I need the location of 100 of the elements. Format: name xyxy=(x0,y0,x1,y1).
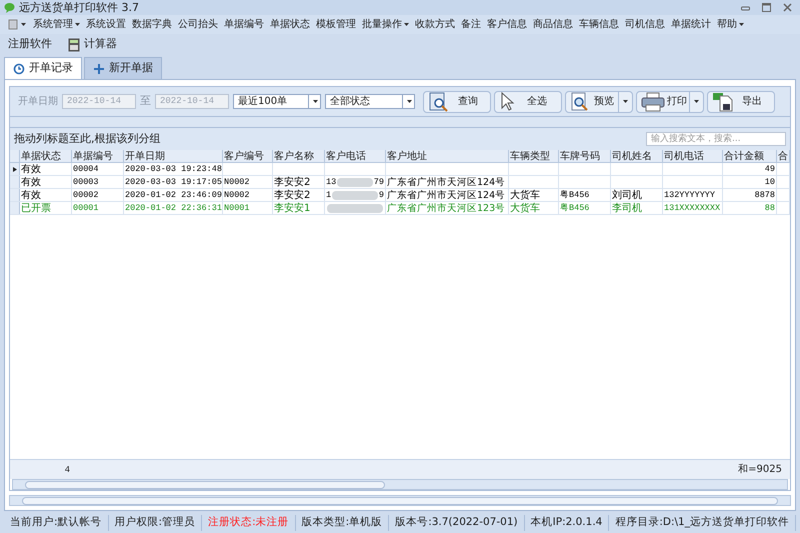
column-header[interactable]: 司机姓名 xyxy=(611,150,663,162)
tab[interactable]: 新开单据 xyxy=(84,57,162,79)
caret-icon xyxy=(623,100,628,103)
action-button[interactable]: 打印 xyxy=(636,90,704,112)
table-cell: 49 xyxy=(723,163,777,175)
menu-item[interactable]: 客户信息 xyxy=(484,17,530,32)
action-button[interactable]: 预览 xyxy=(565,90,633,112)
table-cell: 131XXXXXXXX xyxy=(663,202,723,214)
plus-icon xyxy=(93,62,105,74)
column-header[interactable]: 合 xyxy=(777,150,790,162)
menu-item[interactable]: 单据状态 xyxy=(267,17,313,32)
date-label: 开单日期 xyxy=(18,94,58,109)
menu-item[interactable]: 模板管理 xyxy=(313,17,359,32)
table-cell: 有效 xyxy=(20,176,72,188)
table-cell: 粤B456 xyxy=(559,202,611,214)
table-cell: 粤B456 xyxy=(559,189,611,201)
table-cell: 132YYYYYYY xyxy=(663,189,723,201)
action-button[interactable]: 导出 xyxy=(707,90,775,112)
menu-item[interactable]: 单据统计 xyxy=(668,17,714,32)
calculator-button[interactable]: 计算器 xyxy=(64,36,121,53)
status-item: 当前用户:默认帐号 xyxy=(4,515,109,531)
table-cell: N0001 xyxy=(223,202,273,214)
column-header[interactable]: 开单日期 xyxy=(124,150,223,162)
column-header[interactable]: 单据状态 xyxy=(20,150,72,162)
column-header[interactable]: 司机电话 xyxy=(663,150,723,162)
table-cell: 李安安2 xyxy=(273,176,325,188)
caret-icon xyxy=(739,23,744,26)
menu-item[interactable]: 司机信息 xyxy=(622,17,668,32)
caret-icon xyxy=(694,100,699,103)
table-cell: 广东省广州市天河区124号 xyxy=(386,189,509,201)
caret-icon xyxy=(404,23,409,26)
register-button[interactable]: 注册软件 xyxy=(4,36,56,53)
column-header[interactable]: 合计金额 xyxy=(723,150,777,162)
status-item: 版本号:3.7(2022-07-01) xyxy=(389,515,525,531)
table-cell: 已开票 xyxy=(20,202,72,214)
menu-item[interactable]: 备注 xyxy=(458,17,484,32)
table-cell: 大货车 xyxy=(509,202,559,214)
menu-item[interactable]: 商品信息 xyxy=(530,17,576,32)
menu-item[interactable]: 单据编号 xyxy=(221,17,267,32)
calculator-icon xyxy=(68,38,80,52)
menu-item[interactable]: 收款方式 xyxy=(412,17,458,32)
horizontal-scrollbar[interactable] xyxy=(12,479,788,490)
column-header[interactable]: 车牌号码 xyxy=(559,150,611,162)
table-cell: 刘司机 xyxy=(611,189,663,201)
menu-item[interactable]: 批量操作 xyxy=(359,17,412,32)
tab[interactable]: 开单记录 xyxy=(4,57,82,79)
status-item: 本机IP:2.0.1.4 xyxy=(524,515,610,531)
menu-item[interactable]: 车辆信息 xyxy=(576,17,622,32)
menu-item[interactable]: 系统设置 xyxy=(83,17,129,32)
action-button[interactable]: 全选 xyxy=(494,90,562,112)
table-cell: 88 xyxy=(723,202,777,214)
sum-total: 和=9025 xyxy=(738,462,783,477)
table-cell: 李司机 xyxy=(611,202,663,214)
search-field[interactable]: 输入搜索文本，搜索... xyxy=(646,132,786,146)
table-cell: 广东省广州市天河区123号 xyxy=(386,202,509,214)
caret-icon xyxy=(75,23,80,26)
blurred-phone-block xyxy=(337,178,373,186)
table-cell: 8878 xyxy=(723,189,777,201)
group-hint: 拖动列标题至此,根据该列分组 xyxy=(14,130,160,147)
table-cell: 李安安1 xyxy=(273,202,325,214)
column-header[interactable]: 车辆类型 xyxy=(509,150,559,162)
window-title: 远方送货单打印软件 3.7 xyxy=(19,2,139,13)
maximize-icon[interactable] xyxy=(762,3,771,12)
app-logo-icon xyxy=(4,2,15,13)
horizontal-scrollbar[interactable] xyxy=(9,495,791,506)
table-cell: 2020-03-03 19:23:48 xyxy=(124,163,223,175)
caret-icon xyxy=(407,100,412,103)
table-cell: 00003 xyxy=(72,176,124,188)
menu-item[interactable]: 公司抬头 xyxy=(175,17,221,32)
menu-item[interactable]: 系统管理 xyxy=(30,17,83,32)
action-button[interactable]: 查询 xyxy=(423,90,491,112)
blurred-phone-block xyxy=(327,204,383,212)
table-cell: 1 9 xyxy=(325,189,386,201)
column-header[interactable]: 客户名称 xyxy=(273,150,325,162)
table-cell: 13 79 xyxy=(325,176,386,188)
table-cell: N0002 xyxy=(223,189,273,201)
app-menu-icon xyxy=(8,19,19,30)
status-item: 用户权限:管理员 xyxy=(108,515,202,531)
table-cell: 2020-03-03 19:17:05 xyxy=(124,176,223,188)
printer-icon xyxy=(641,92,665,112)
column-header[interactable]: 单据编号 xyxy=(72,150,124,162)
status-item: 注册状态:未注册 xyxy=(202,515,296,531)
table-cell: 10 xyxy=(723,176,777,188)
column-header[interactable]: 客户编号 xyxy=(223,150,273,162)
table-cell: 李安安2 xyxy=(273,189,325,201)
menu-item[interactable]: 帮助 xyxy=(714,17,747,32)
column-header[interactable]: 客户地址 xyxy=(386,150,509,162)
row-count: 4 xyxy=(64,465,70,476)
close-icon[interactable] xyxy=(783,3,792,12)
table-cell: N0002 xyxy=(223,176,273,188)
row-header[interactable] xyxy=(10,163,20,175)
status-item: 程序目录:D:\1_远方送货单打印软件 xyxy=(609,515,796,531)
table-cell: 00002 xyxy=(72,189,124,201)
column-header[interactable]: 客户电话 xyxy=(325,150,386,162)
export-icon xyxy=(712,92,734,112)
magnifier-icon xyxy=(428,92,450,112)
status-item: 版本类型:单机版 xyxy=(296,515,390,531)
to-label: 至 xyxy=(140,93,151,110)
menu-item[interactable]: 数据字典 xyxy=(129,17,175,32)
table-cell: 2020-01-02 23:46:09 xyxy=(124,189,223,201)
